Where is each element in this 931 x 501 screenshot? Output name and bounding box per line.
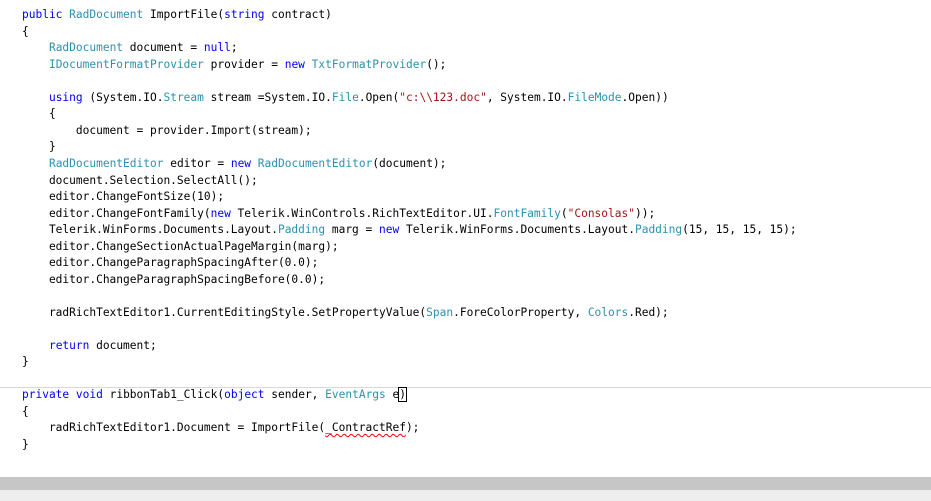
code-text: editor = [163, 157, 231, 170]
code-text: ); [405, 421, 420, 434]
keyword: private [22, 388, 70, 401]
code-line: RadDocumentEditor editor = new RadDocume… [22, 156, 446, 172]
keyword: new [284, 58, 305, 71]
code-text: Telerik.WinControls.RichTextEditor.UI. [230, 207, 494, 220]
horizontal-scrollbar-thumb[interactable] [0, 477, 931, 490]
keyword: new [230, 157, 252, 170]
code-text: ( [560, 207, 568, 220]
code-text: ImportFile( [143, 8, 225, 21]
code-text: .Open)) [621, 91, 669, 104]
code-text: sender, [264, 388, 326, 401]
code-line: editor.ChangeSectionActualPageMargin(mar… [22, 240, 339, 253]
type-name: File [331, 91, 359, 104]
code-text: .ForeColorProperty, [453, 306, 588, 319]
code-line: document.Selection.SelectAll(); [22, 174, 258, 187]
code-text: Telerik.WinForms.Documents.Layout. [22, 223, 278, 236]
code-line: { [22, 107, 56, 120]
code-text: marg = [325, 223, 379, 236]
code-line: } [22, 438, 29, 451]
code-text: radRichTextEditor1.CurrentEditingStyle.S… [22, 306, 427, 319]
horizontal-scrollbar-track[interactable] [0, 490, 931, 501]
code-text: .Red); [628, 306, 669, 319]
code-text: document; [89, 339, 157, 352]
code-line: editor.ChangeFontSize(10); [22, 190, 225, 203]
code-line: Telerik.WinForms.Documents.Layout.Paddin… [22, 222, 797, 238]
code-text: document = [123, 41, 204, 54]
type-name: Colors [587, 306, 629, 319]
type-name: RadDocument [69, 8, 144, 21]
brace-match-highlight: ) [398, 387, 407, 402]
code-text: (System.IO. [82, 91, 164, 104]
type-name: FileMode [567, 91, 622, 104]
code-text: provider = [203, 58, 285, 71]
keyword: using [48, 91, 83, 104]
code-text: radRichTextEditor1.Document = ImportFile… [22, 421, 326, 434]
string-literal: "Consolas" [567, 207, 635, 220]
type-name: FontFamily [493, 207, 561, 220]
code-text: e [385, 388, 400, 401]
code-text: (15, 15, 15, 15); [682, 223, 797, 236]
code-text: ; [230, 41, 238, 54]
code-text: contract) [264, 8, 332, 21]
type-name: Padding [277, 223, 326, 236]
code-text: .Open( [358, 91, 400, 104]
code-line: private void ribbonTab1_Click(object sen… [22, 387, 407, 403]
error-squiggle-identifier: _ContractRef [325, 421, 406, 434]
code-line: using (System.IO.Stream stream =System.I… [22, 90, 669, 106]
code-line: { [22, 25, 29, 38]
code-editor[interactable]: public RadDocument ImportFile(string con… [0, 0, 931, 476]
code-text: , System.IO. [486, 91, 568, 104]
code-line: radRichTextEditor1.Document = ImportFile… [22, 420, 419, 436]
keyword: string [224, 8, 265, 21]
code-line: editor.ChangeParagraphSpacingAfter(0.0); [22, 256, 319, 269]
keyword: public [22, 8, 63, 21]
keyword: void [75, 388, 103, 401]
code-line: public RadDocument ImportFile(string con… [22, 7, 332, 23]
type-name: RadDocumentEditor [257, 157, 373, 170]
code-text: )); [634, 207, 656, 220]
type-name: Span [426, 306, 454, 319]
keyword: new [210, 207, 231, 220]
keyword: new [379, 223, 400, 236]
code-line: IDocumentFormatProvider provider = new T… [22, 57, 446, 73]
type-name: RadDocumentEditor [48, 157, 164, 170]
type-name: Stream [163, 91, 204, 104]
code-line: editor.ChangeParagraphSpacingBefore(0.0)… [22, 273, 326, 286]
code-line: editor.ChangeFontFamily(new Telerik.WinC… [22, 206, 655, 222]
string-literal: "c:\\123.doc" [399, 91, 487, 104]
code-text: Telerik.WinForms.Documents.Layout. [399, 223, 635, 236]
code-line: radRichTextEditor1.CurrentEditingStyle.S… [22, 305, 669, 321]
code-line: } [22, 140, 56, 153]
code-text: stream =System.IO. [203, 91, 332, 104]
type-name: IDocumentFormatProvider [48, 58, 204, 71]
keyword: return [48, 339, 90, 352]
code-line: document = provider.Import(stream); [22, 124, 312, 137]
code-line: } [22, 355, 29, 368]
code-line: RadDocument document = null; [22, 40, 238, 56]
type-name: Padding [634, 223, 683, 236]
code-line: { [22, 405, 29, 418]
code-text: (document); [372, 157, 447, 170]
code-text: editor.ChangeFontFamily( [22, 207, 211, 220]
type-name: RadDocument [48, 41, 124, 54]
keyword: object [224, 388, 265, 401]
code-text: (); [426, 58, 447, 71]
keyword: null [203, 41, 231, 54]
type-name: EventArgs [325, 388, 386, 401]
code-text: ribbonTab1_Click( [102, 388, 225, 401]
code-line: return document; [22, 338, 157, 354]
type-name: TxtFormatProvider [311, 58, 427, 71]
